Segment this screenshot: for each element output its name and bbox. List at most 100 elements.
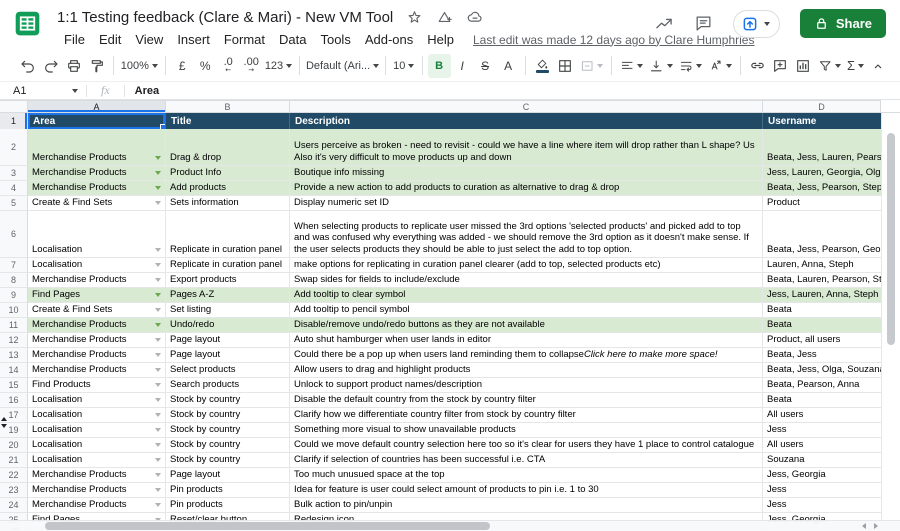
cell-username[interactable]: Jess: [763, 423, 881, 437]
cell-area[interactable]: Localisation: [28, 211, 166, 257]
text-wrap-button[interactable]: [676, 54, 705, 78]
cell-area[interactable]: Merchandise Products: [28, 333, 166, 347]
cell-description[interactable]: Disable/remove undo/redo buttons as they…: [290, 318, 763, 332]
cell-title[interactable]: Pin products: [166, 483, 290, 497]
cell-description[interactable]: Allow users to drag and highlight produc…: [290, 363, 763, 377]
cell-title[interactable]: Page layout: [166, 348, 290, 362]
number-format-button[interactable]: 123: [263, 54, 295, 78]
row-number[interactable]: 23: [0, 483, 28, 497]
select-all-corner[interactable]: [0, 100, 28, 113]
cell-title[interactable]: Search products: [166, 378, 290, 392]
merge-cells-button[interactable]: [577, 54, 606, 78]
text-color-button[interactable]: A: [497, 54, 520, 78]
dropdown-arrow-icon[interactable]: [155, 201, 161, 205]
functions-button[interactable]: Σ: [844, 54, 867, 78]
bold-button[interactable]: B: [428, 54, 451, 78]
dropdown-arrow-icon[interactable]: [155, 383, 161, 387]
cell-area[interactable]: Create & Find Sets: [28, 196, 166, 210]
dropdown-arrow-icon[interactable]: [155, 488, 161, 492]
column-header-c[interactable]: C: [290, 100, 763, 113]
row-number[interactable]: 10: [0, 303, 28, 317]
cell-username[interactable]: Beata: [763, 393, 881, 407]
cell-description[interactable]: Could we move default country selection …: [290, 438, 763, 452]
cell-area[interactable]: Find Products: [28, 378, 166, 392]
cell-title[interactable]: Page layout: [166, 468, 290, 482]
row-number[interactable]: 22: [0, 468, 28, 482]
cell-area[interactable]: Merchandise Products: [28, 166, 166, 180]
row-number[interactable]: 17: [0, 408, 28, 422]
cell-description[interactable]: Auto shut hamburger when user lands in e…: [290, 333, 763, 347]
insert-link-button[interactable]: [746, 54, 769, 78]
dropdown-arrow-icon[interactable]: [155, 413, 161, 417]
star-icon[interactable]: [406, 9, 423, 26]
cell-description[interactable]: Something more visual to show unavailabl…: [290, 423, 763, 437]
dropdown-arrow-icon[interactable]: [155, 503, 161, 507]
dropdown-arrow-icon[interactable]: [155, 443, 161, 447]
document-title[interactable]: 1:1 Testing feedback (Clare & Mari) - Ne…: [57, 9, 393, 26]
paint-format-button[interactable]: [85, 54, 108, 78]
column-header-b[interactable]: B: [166, 100, 290, 113]
cell-description[interactable]: Bulk action to pin/unpin: [290, 498, 763, 512]
cell-username[interactable]: Beata: [763, 303, 881, 317]
cell-title[interactable]: Stock by country: [166, 423, 290, 437]
cell-title[interactable]: Drag & drop: [166, 129, 290, 165]
cell-description[interactable]: Add tooltip to clear symbol: [290, 288, 763, 302]
cell-area[interactable]: Merchandise Products: [28, 273, 166, 287]
menu-tools[interactable]: Tools: [313, 31, 357, 48]
cell-description[interactable]: Clarify how we differentiate country fil…: [290, 408, 763, 422]
cell-area[interactable]: Find Pages: [28, 288, 166, 302]
cell-username[interactable]: Beata: [763, 318, 881, 332]
row-number[interactable]: 15: [0, 378, 28, 392]
cell-title[interactable]: Pin products: [166, 498, 290, 512]
dropdown-arrow-icon[interactable]: [155, 171, 161, 175]
formula-input[interactable]: Area: [135, 85, 159, 97]
cell-title[interactable]: Sets information: [166, 196, 290, 210]
cell-area-header[interactable]: Area: [28, 113, 166, 129]
document-status-cloud-icon[interactable]: [466, 8, 484, 26]
comment-history-icon[interactable]: [694, 14, 713, 33]
cell-username[interactable]: Beata, Jess, Olga, Souzana: [763, 363, 881, 377]
cell-description[interactable]: Unlock to support product names/descript…: [290, 378, 763, 392]
cell-title[interactable]: Product Info: [166, 166, 290, 180]
cell-area[interactable]: Localisation: [28, 258, 166, 272]
create-filter-button[interactable]: [815, 54, 844, 78]
text-rotation-button[interactable]: [705, 54, 734, 78]
cell-area[interactable]: Merchandise Products: [28, 129, 166, 165]
cell-username[interactable]: Beata, Jess, Pearson, Steph,: [763, 181, 881, 195]
share-button[interactable]: Share: [800, 9, 886, 38]
italic-button[interactable]: I: [451, 54, 474, 78]
cell-description[interactable]: Swap sides for fields to include/exclude: [290, 273, 763, 287]
menu-help[interactable]: Help: [420, 31, 461, 48]
row-number[interactable]: 19: [0, 423, 28, 437]
row-number[interactable]: 9: [0, 288, 28, 302]
cell-description[interactable]: make options for replicating in curation…: [290, 258, 763, 272]
cell-area[interactable]: Merchandise Products: [28, 318, 166, 332]
cell-username[interactable]: Souzana: [763, 453, 881, 467]
row-number[interactable]: 11: [0, 318, 28, 332]
cell-title[interactable]: Stock by country: [166, 453, 290, 467]
row-number[interactable]: 24: [0, 498, 28, 512]
cell-description[interactable]: Disable the default country from the sto…: [290, 393, 763, 407]
scroll-left-arrow-icon[interactable]: [862, 523, 866, 529]
cell-username[interactable]: Beata, Lauren, Pearson, Step: [763, 273, 881, 287]
hidden-row-down-arrow-icon[interactable]: [1, 424, 7, 428]
cell-area[interactable]: Merchandise Products: [28, 498, 166, 512]
dropdown-arrow-icon[interactable]: [155, 263, 161, 267]
cell-description[interactable]: Users perceive as broken - need to revis…: [290, 129, 763, 165]
horizontal-scrollbar[interactable]: [0, 520, 900, 531]
cell-area[interactable]: Localisation: [28, 408, 166, 422]
row-number[interactable]: 8: [0, 273, 28, 287]
cell-title[interactable]: Page layout: [166, 333, 290, 347]
cell-title[interactable]: Pages A-Z: [166, 288, 290, 302]
format-currency-button[interactable]: £: [171, 54, 194, 78]
add-shortcut-to-drive-icon[interactable]: [436, 9, 453, 26]
cell-area[interactable]: Merchandise Products: [28, 181, 166, 195]
hidden-row-up-arrow-icon[interactable]: [1, 417, 7, 421]
cell-username[interactable]: All users: [763, 408, 881, 422]
dropdown-arrow-icon[interactable]: [155, 368, 161, 372]
column-header-a[interactable]: A: [28, 100, 166, 113]
vertical-scrollbar-thumb[interactable]: [887, 133, 895, 345]
dropdown-arrow-icon[interactable]: [155, 293, 161, 297]
cell-description-header[interactable]: Description: [290, 113, 763, 129]
menu-addons[interactable]: Add-ons: [358, 31, 420, 48]
